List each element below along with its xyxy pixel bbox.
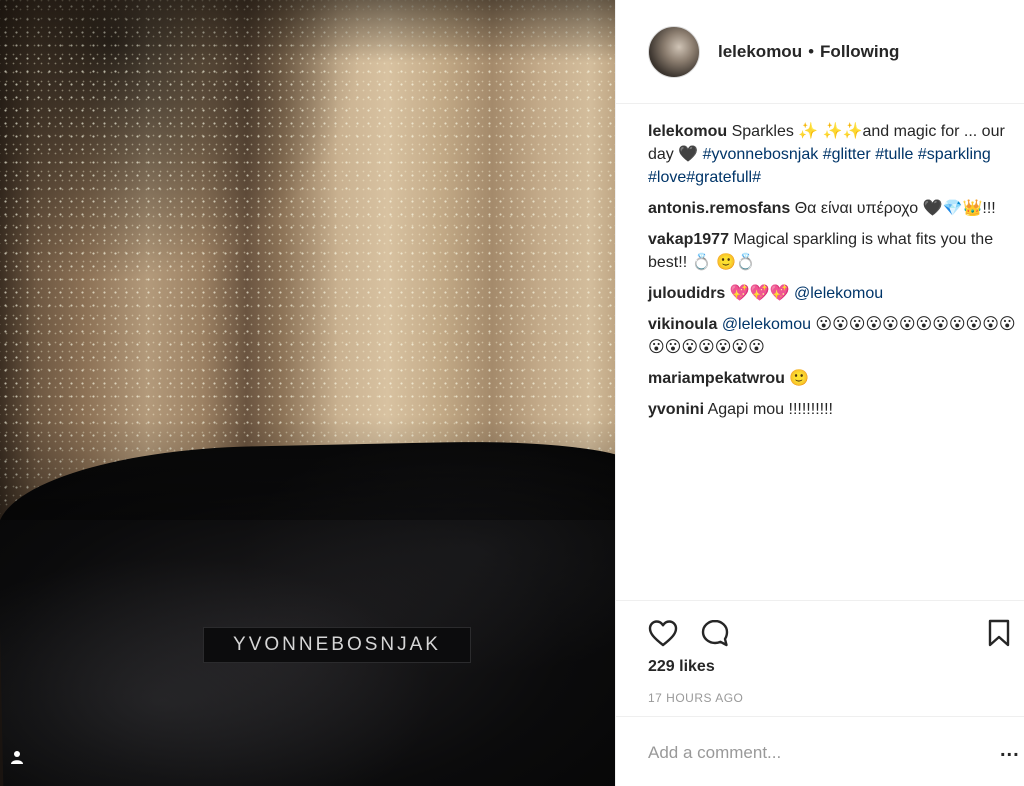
hashtag[interactable]: # [752, 169, 761, 186]
brand-label-text: YVONNEBOSNJAK [233, 634, 441, 655]
comment-username[interactable]: vikinoula [648, 316, 717, 333]
comment-username[interactable]: juloudidrs [648, 285, 725, 302]
comment-text: Θα είναι υπέροχο 🖤💎👑!!! [794, 200, 996, 217]
post-header: lelekomou • Following [616, 0, 1024, 104]
list-item: juloudidrs 💖💖💖 @lelekomou [648, 282, 1016, 305]
mention-link[interactable]: @lelekomou [722, 316, 811, 333]
hashtag[interactable]: #yvonnebosnjak [703, 146, 819, 163]
comment-bubble-icon[interactable] [698, 616, 732, 650]
hashtag[interactable]: #tulle [875, 146, 913, 163]
heart-icon[interactable] [646, 616, 680, 650]
header-separator: • [808, 41, 815, 61]
person-tag-icon[interactable] [8, 748, 26, 766]
comment-username[interactable]: yvonini [648, 401, 704, 418]
hashtag[interactable]: #love [648, 169, 686, 186]
caption-username[interactable]: lelekomou [648, 123, 727, 140]
hashtag[interactable]: #gratefull [686, 169, 752, 186]
comments-list: lelekomou Sparkles ✨ ✨✨and magic for ...… [648, 120, 1016, 429]
header-username[interactable]: lelekomou [718, 42, 802, 62]
comment-username[interactable]: vakap1977 [648, 231, 729, 248]
comment-text: 💖💖💖 [729, 285, 794, 302]
list-item: mariampekatwrou 🙂 [648, 367, 1016, 390]
following-button[interactable]: Following [820, 42, 899, 62]
comment-input[interactable] [648, 739, 978, 767]
brand-label: YVONNEBOSNJAK [203, 627, 471, 663]
more-options-button[interactable]: ... [1000, 739, 1020, 762]
bookmark-icon[interactable] [982, 616, 1016, 650]
action-icons [646, 616, 1016, 650]
list-item: yvonini Agapi mou !!!!!!!!!! [648, 398, 1016, 421]
hashtag[interactable]: #sparkling [918, 146, 991, 163]
comment-text: 🙂 [789, 370, 810, 387]
post-timestamp: 17 HOURS AGO [648, 691, 744, 705]
post-side-panel: lelekomou • Following lelekomou Sparkles… [615, 0, 1024, 786]
comment-text: Agapi mou !!!!!!!!!! [707, 401, 833, 418]
comment-username[interactable]: mariampekatwrou [648, 370, 785, 387]
add-comment-bar: ... [616, 716, 1024, 786]
post-photo[interactable]: YVONNEBOSNJAK [0, 0, 615, 786]
comment-username[interactable]: antonis.remosfans [648, 200, 790, 217]
post-actions: 229 likes 17 HOURS AGO ... [616, 600, 1024, 786]
hashtag[interactable]: #glitter [823, 146, 871, 163]
list-item: antonis.remosfans Θα είναι υπέροχο 🖤💎👑!!… [648, 197, 1016, 220]
list-item: vakap1977 Magical sparkling is what fits… [648, 228, 1016, 274]
gold-tulle-fabric [0, 0, 615, 520]
caption: lelekomou Sparkles ✨ ✨✨and magic for ...… [648, 120, 1016, 189]
mention-link[interactable]: @lelekomou [794, 285, 883, 302]
list-item: vikinoula @lelekomou 😮😮😮😮😮😮😮😮😮😮😮😮😮😮😮😮😮😮😮 [648, 313, 1016, 359]
likes-count[interactable]: 229 likes [648, 658, 715, 676]
avatar[interactable] [648, 25, 700, 78]
